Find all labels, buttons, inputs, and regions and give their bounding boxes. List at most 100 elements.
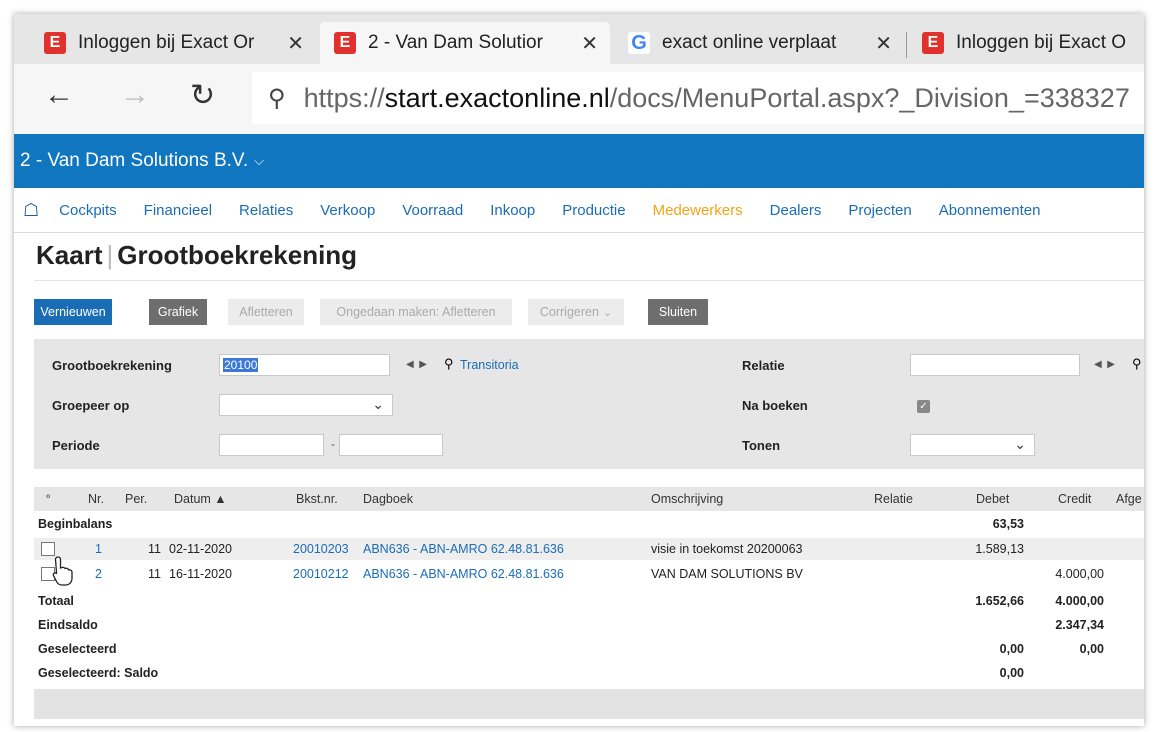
afletteren-button[interactable]: Afletteren bbox=[228, 299, 304, 325]
row-nr[interactable]: 1 bbox=[95, 542, 102, 556]
main-menu: ☖ Cockpits Financieel Relaties Verkoop V… bbox=[14, 188, 1144, 233]
col-dagboek[interactable]: Dagboek bbox=[363, 492, 413, 506]
geselecteerd-debet: 0,00 bbox=[999, 642, 1024, 656]
tab-title: Inloggen bij Exact O bbox=[956, 32, 1127, 53]
vernieuwen-button[interactable]: Vernieuwen bbox=[34, 299, 112, 325]
sluiten-button[interactable]: Sluiten bbox=[648, 299, 708, 325]
url-domain: start.exactonline.nl bbox=[384, 82, 610, 113]
menu-item-productie[interactable]: Productie bbox=[562, 202, 625, 219]
col-datum[interactable]: Datum ▲ bbox=[174, 492, 227, 506]
geselecteerd-credit: 0,00 bbox=[1079, 642, 1104, 656]
grootboek-label: Grootboekrekening bbox=[52, 358, 172, 373]
relatie-label: Relatie bbox=[742, 358, 785, 373]
table-row-saldo: Geselecteerd: Saldo 0,00 bbox=[34, 662, 1144, 684]
tab-inloggen-1[interactable]: E Inloggen bij Exact Or ✕ bbox=[30, 22, 316, 64]
table-row-geselecteerd: Geselecteerd 0,00 0,00 bbox=[34, 638, 1144, 660]
periode-separator: - bbox=[331, 437, 335, 451]
row-bkst[interactable]: 20010212 bbox=[293, 567, 349, 581]
table-row[interactable]: 2 11 16-11-2020 20010212 ABN636 - ABN-AM… bbox=[34, 563, 1144, 585]
tab-google-search[interactable]: G exact online verplaat ✕ bbox=[614, 22, 904, 64]
tab-title: exact online verplaat bbox=[662, 32, 837, 53]
col-relatie[interactable]: Relatie bbox=[874, 492, 913, 506]
col-debet[interactable]: Debet bbox=[976, 492, 1009, 506]
tab-strip: E Inloggen bij Exact Or ✕ E 2 - Van Dam … bbox=[14, 14, 1144, 64]
menu-item-projecten[interactable]: Projecten bbox=[848, 202, 911, 219]
grootboek-input[interactable]: 20100 bbox=[219, 354, 390, 376]
close-icon[interactable]: ✕ bbox=[875, 31, 892, 56]
row-nr[interactable]: 2 bbox=[95, 567, 102, 581]
tab-title: Inloggen bij Exact Or bbox=[78, 32, 255, 53]
geselecteerd-label: Geselecteerd bbox=[38, 642, 117, 656]
row-dagboek[interactable]: ABN636 - ABN-AMRO 62.48.81.636 bbox=[363, 567, 564, 581]
tonen-select[interactable]: ⌄ bbox=[910, 434, 1035, 456]
menu-item-relaties[interactable]: Relaties bbox=[239, 202, 293, 219]
close-icon[interactable]: ✕ bbox=[581, 31, 598, 56]
search-icon[interactable]: ⚲ bbox=[444, 356, 454, 372]
tab-inloggen-2[interactable]: E Inloggen bij Exact O bbox=[908, 22, 1144, 64]
table-row-eindsaldo: Eindsaldo 2.347,34 bbox=[34, 614, 1144, 636]
naboeken-checkbox[interactable]: ✓ bbox=[917, 400, 930, 413]
menu-item-dealers[interactable]: Dealers bbox=[770, 202, 822, 219]
periode-to-input[interactable] bbox=[339, 434, 443, 456]
row-omschrijving: visie in toekomst 20200063 bbox=[651, 542, 803, 556]
ongedaan-afletteren-button[interactable]: Ongedaan maken: Afletteren bbox=[320, 299, 512, 325]
prev-next-arrows[interactable]: ◀ ▶ bbox=[406, 359, 427, 370]
table-row-beginbalans: Beginbalans 63,53 bbox=[34, 513, 1144, 535]
eindsaldo-credit: 2.347,34 bbox=[1055, 618, 1104, 632]
row-dagboek[interactable]: ABN636 - ABN-AMRO 62.48.81.636 bbox=[363, 542, 564, 556]
menu-item-inkoop[interactable]: Inkoop bbox=[490, 202, 535, 219]
col-bkst[interactable]: Bkst.nr. bbox=[296, 492, 338, 506]
totaal-label: Totaal bbox=[38, 594, 74, 608]
row-per: 11 bbox=[148, 567, 161, 581]
url-field[interactable]: ⚲ https://start.exactonline.nl/docs/Menu… bbox=[252, 72, 1144, 124]
url-path: /docs/MenuPortal.aspx?_Division_=338327 bbox=[609, 82, 1130, 113]
totaal-credit: 4.000,00 bbox=[1055, 594, 1104, 608]
groepeer-select[interactable]: ⌄ bbox=[219, 394, 393, 416]
back-arrow-icon[interactable]: ← bbox=[44, 78, 74, 112]
filter-panel: Grootboekrekening 20100 ◀ ▶ ⚲ Transitori… bbox=[34, 339, 1144, 469]
pin-icon[interactable]: ⚬ bbox=[44, 492, 52, 503]
relatie-prev-next-arrows[interactable]: ◀ ▶ bbox=[1094, 359, 1115, 370]
home-icon[interactable]: ☖ bbox=[23, 200, 39, 221]
periode-from-input[interactable] bbox=[219, 434, 324, 456]
row-bkst[interactable]: 20010203 bbox=[293, 542, 349, 556]
forward-arrow-icon[interactable]: → bbox=[120, 78, 150, 112]
tab-van-dam[interactable]: E 2 - Van Dam Solutior ✕ bbox=[320, 22, 610, 64]
grootboek-link[interactable]: Transitoria bbox=[460, 358, 519, 372]
company-switcher[interactable]: 2 - Van Dam Solutions B.V. bbox=[20, 150, 248, 172]
reload-icon[interactable]: ↻ bbox=[190, 78, 215, 113]
col-afge[interactable]: Afge bbox=[1116, 492, 1142, 506]
browser-window: E Inloggen bij Exact Or ✕ E 2 - Van Dam … bbox=[14, 14, 1144, 726]
chevron-down-icon: ⌄ bbox=[1014, 436, 1026, 452]
table-row[interactable]: 1 11 02-11-2020 20010203 ABN636 - ABN-AM… bbox=[34, 538, 1144, 560]
saldo-debet: 0,00 bbox=[999, 666, 1024, 680]
col-per[interactable]: Per. bbox=[125, 492, 147, 506]
corrigeren-button[interactable]: Corrigeren ⌄ bbox=[528, 299, 624, 325]
url-prefix: https:// bbox=[303, 82, 385, 113]
chevron-down-icon: ⌄ bbox=[602, 306, 613, 319]
menu-item-verkoop[interactable]: Verkoop bbox=[320, 202, 375, 219]
table-footer bbox=[34, 689, 1144, 719]
close-icon[interactable]: ✕ bbox=[287, 31, 304, 56]
menu-item-voorraad[interactable]: Voorraad bbox=[402, 202, 463, 219]
tab-separator bbox=[906, 32, 907, 58]
menu-item-cockpits[interactable]: Cockpits bbox=[59, 202, 117, 219]
relatie-input[interactable] bbox=[910, 354, 1080, 376]
title-part2: Grootboekrekening bbox=[117, 240, 358, 270]
totaal-debet: 1.652,66 bbox=[975, 594, 1024, 608]
row-checkbox[interactable] bbox=[41, 542, 55, 556]
row-credit: 4.000,00 bbox=[1055, 567, 1104, 581]
menu-item-abonnementen[interactable]: Abonnementen bbox=[939, 202, 1041, 219]
row-omschrijving: VAN DAM SOLUTIONS BV bbox=[651, 567, 803, 581]
chevron-down-icon[interactable]: ⌵ bbox=[254, 153, 264, 169]
row-debet: 1.589,13 bbox=[975, 542, 1024, 556]
eindsaldo-label: Eindsaldo bbox=[38, 618, 98, 632]
menu-item-medewerkers[interactable]: Medewerkers bbox=[653, 202, 743, 219]
grafiek-button[interactable]: Grafiek bbox=[149, 299, 207, 325]
col-omschrijving[interactable]: Omschrijving bbox=[651, 492, 723, 506]
menu-item-financieel[interactable]: Financieel bbox=[144, 202, 212, 219]
col-credit[interactable]: Credit bbox=[1058, 492, 1091, 506]
saldo-label: Geselecteerd: Saldo bbox=[38, 666, 159, 680]
col-nr[interactable]: Nr. bbox=[88, 492, 104, 506]
search-icon[interactable]: ⚲ bbox=[1132, 356, 1142, 372]
